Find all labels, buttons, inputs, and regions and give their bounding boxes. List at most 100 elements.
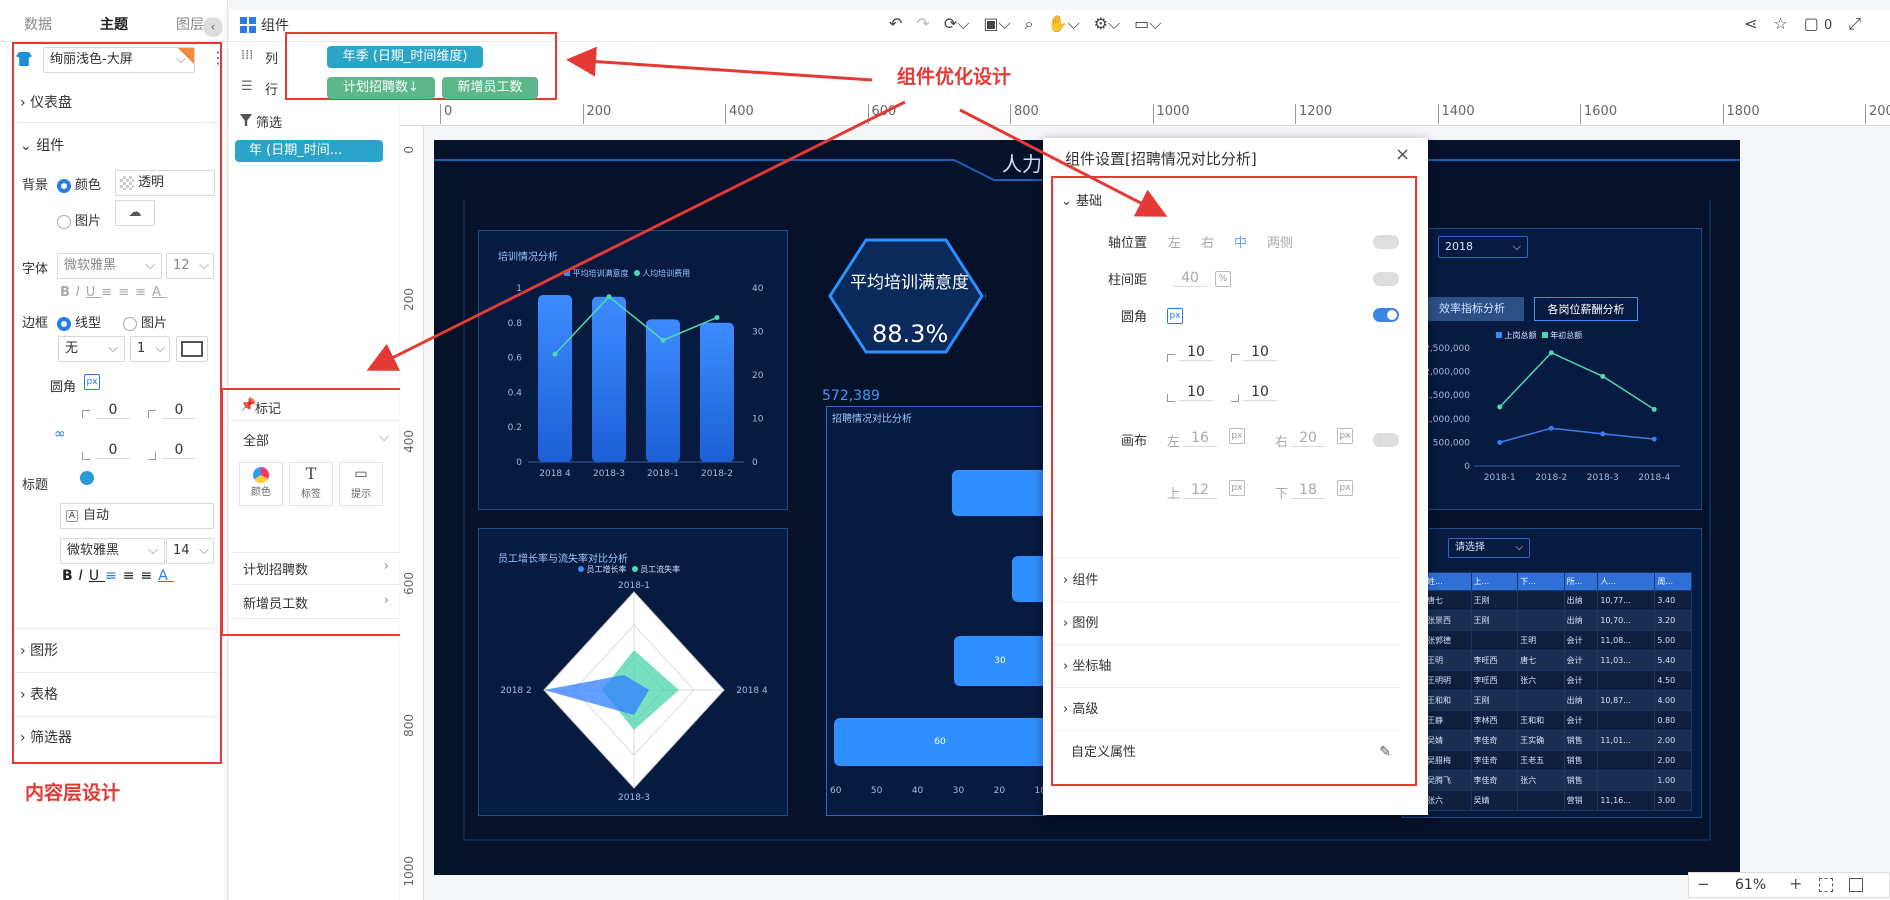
radius-tl-input[interactable]: 10 (1179, 344, 1213, 361)
border-style-select[interactable]: 无 ⌵ (58, 336, 125, 362)
canvas-left-input[interactable]: 16 (1183, 430, 1217, 447)
section-filter[interactable]: › 筛选器 (20, 727, 72, 747)
radius-px-unit[interactable]: px (1167, 308, 1183, 324)
mark-color-button[interactable]: 颜色 (239, 462, 283, 506)
axis-position-toggle[interactable] (1373, 235, 1399, 249)
bar-gap-toggle[interactable] (1373, 272, 1399, 286)
radius-tr-input[interactable]: 10 (1243, 344, 1277, 361)
px-unit[interactable]: px (1337, 428, 1353, 444)
axis-opt-right[interactable]: 右 (1201, 232, 1214, 251)
table-header-cell[interactable]: 所... (1563, 572, 1599, 591)
theme-select[interactable]: 绚丽浅色-大屏 ⌵ (43, 47, 195, 73)
preview-icon[interactable]: ⌕ (1025, 14, 1034, 34)
canvas-top-input[interactable]: 12 (1183, 482, 1217, 499)
font-size-select[interactable]: 12 ⌵ (166, 253, 214, 279)
collapse-panel-button[interactable]: ‹ (203, 17, 223, 37)
hand-icon[interactable]: ✋⌵ (1048, 14, 1080, 34)
link-icon[interactable]: ∞ (54, 426, 66, 442)
table-row[interactable]: 吴婧 李佳奇 王实确 销售 11,01... 2.00 (1424, 730, 1692, 751)
table-row[interactable]: 唐七 王刚 出纳 10,77... 3.40 (1424, 590, 1692, 611)
border-line-radio[interactable]: 线型 (57, 312, 101, 331)
select-filter[interactable]: 请选择 ⌵ (1448, 538, 1530, 558)
underline-icon[interactable]: U (89, 568, 105, 584)
table-header-cell[interactable]: 周... (1654, 572, 1692, 591)
table-header-cell[interactable]: 上... (1470, 572, 1519, 591)
table-row[interactable]: 王和和 王刚 出纳 10,87... 4.00 (1424, 690, 1692, 711)
fullscreen-icon[interactable]: ⤢ (1848, 14, 1861, 34)
table-row[interactable]: 王明明 李旺西 张六 会计 4.50 (1424, 670, 1692, 691)
radius-bl-input[interactable]: 0 (96, 442, 130, 459)
zoom-out-button[interactable]: − (1697, 875, 1710, 893)
table-row[interactable]: 张郭德 王明 会计 11,08... 5.00 (1424, 630, 1692, 651)
tab-salary[interactable]: 各岗位薪酬分析 (1534, 297, 1638, 321)
star-icon[interactable]: ☆ (1773, 14, 1787, 34)
bar-gap-input[interactable]: 40 (1173, 270, 1207, 287)
eye-icon[interactable] (80, 471, 94, 485)
marks-all-select[interactable]: 全部 ⌵ (243, 430, 389, 449)
table-row[interactable]: 王明 李旺西 唐七 会计 11,03... 5.40 (1424, 650, 1692, 671)
table-header-cell[interactable]: 人... (1597, 572, 1656, 591)
border-image-radio[interactable]: 图片 (123, 312, 167, 331)
table-row[interactable]: 张景西 王刚 出纳 10,70... 3.20 (1424, 610, 1692, 631)
radius-bl-input[interactable]: 10 (1179, 384, 1213, 401)
section-component[interactable]: ⌄ 组件 (20, 135, 64, 155)
section-table[interactable]: › 表格 (20, 684, 58, 704)
monitor-icon[interactable]: ▭⌵ (1134, 14, 1161, 34)
bg-color-field[interactable]: 透明 (115, 170, 215, 196)
px-unit[interactable]: px (1337, 480, 1353, 496)
font-color-icon[interactable]: A (152, 285, 167, 300)
share-icon[interactable]: ⋖ (1744, 14, 1757, 34)
axis-opt-left[interactable]: 左 (1168, 232, 1181, 251)
year-select[interactable]: 2018 ⌵ (1438, 236, 1528, 258)
more-icon[interactable]: ⋮ (210, 48, 226, 67)
border-width-select[interactable]: 1 ⌵ (130, 336, 170, 362)
fit-screen-icon[interactable] (1819, 878, 1833, 892)
radius-toggle[interactable] (1373, 308, 1399, 322)
actual-size-icon[interactable] (1849, 878, 1863, 892)
mark-label-button[interactable]: T 标签 (289, 462, 333, 506)
radius-br-input[interactable]: 10 (1243, 384, 1277, 401)
canvas-bottom-input[interactable]: 18 (1291, 482, 1325, 499)
settings-icon[interactable]: ⚙⌵ (1094, 14, 1120, 34)
canvas-toggle[interactable] (1373, 433, 1399, 447)
align-left-icon[interactable]: ≡ (101, 285, 118, 300)
title-font-select[interactable]: 微软雅黑 ⌵ (60, 538, 165, 564)
section-shape[interactable]: › 图形 (20, 640, 58, 660)
tab-data[interactable]: 数据 (0, 10, 76, 41)
table-header-cell[interactable]: 姓... (1424, 572, 1472, 591)
zoom-in-button[interactable]: + (1789, 874, 1802, 893)
align-left-icon[interactable]: ≡ (105, 568, 123, 584)
edit-icon[interactable]: ✎ (1379, 731, 1391, 774)
px-unit[interactable]: px (1229, 428, 1245, 444)
radius-br-input[interactable]: 0 (162, 442, 196, 459)
font-family-select[interactable]: 微软雅黑 ⌵ (57, 253, 162, 279)
custom-properties[interactable]: 自定义属性 ✎ (1053, 730, 1401, 773)
measure-planned-hires[interactable]: 计划招聘数 › (243, 559, 389, 578)
italic-icon[interactable]: I (79, 568, 89, 584)
table-row[interactable]: 吴腾飞 李佳奇 张六 销售 1.00 (1424, 770, 1692, 791)
staff-table[interactable]: 姓... 上... 下... 所... 人... 周... 唐七 王刚 出纳 10,77... 3.… (1424, 572, 1692, 811)
bg-image-radio[interactable]: 图片 (57, 210, 101, 229)
border-color-picker[interactable] (176, 336, 208, 362)
tab-efficiency[interactable]: 效率指标分析 (1420, 297, 1524, 321)
section-axis[interactable]: › 坐标轴 (1053, 644, 1401, 687)
axis-opt-both[interactable]: 两侧 (1267, 232, 1293, 251)
percent-unit[interactable]: % (1215, 271, 1231, 287)
bold-icon[interactable]: B (60, 285, 76, 300)
tab-theme[interactable]: 主题 (76, 10, 152, 41)
align-center-icon[interactable]: ≡ (118, 285, 135, 300)
training-bar-chart[interactable]: 00.20.40.60.810102030402018 4 2018-3 2018-… (494, 280, 784, 490)
canvas-right-input[interactable]: 20 (1291, 430, 1325, 447)
font-color-icon[interactable]: A (158, 568, 174, 584)
bold-icon[interactable]: B (62, 568, 79, 584)
bg-color-radio[interactable]: 颜色 (57, 174, 101, 193)
row-pill-new-staff[interactable]: 新增员工数 (442, 77, 538, 99)
align-center-icon[interactable]: ≡ (123, 568, 141, 584)
salary-line-chart[interactable]: 0 500,000 1,000,000 1,500,000 2,000,000 2,500… (1410, 340, 1690, 490)
underline-icon[interactable]: U (86, 285, 102, 300)
axis-opt-center[interactable]: 中 (1234, 232, 1247, 251)
section-basic[interactable]: ⌄ 基础 (1061, 190, 1102, 209)
redo-icon[interactable]: ↷ (916, 14, 929, 34)
align-right-icon[interactable]: ≡ (135, 285, 152, 300)
px-unit-icon[interactable]: px (84, 374, 100, 390)
